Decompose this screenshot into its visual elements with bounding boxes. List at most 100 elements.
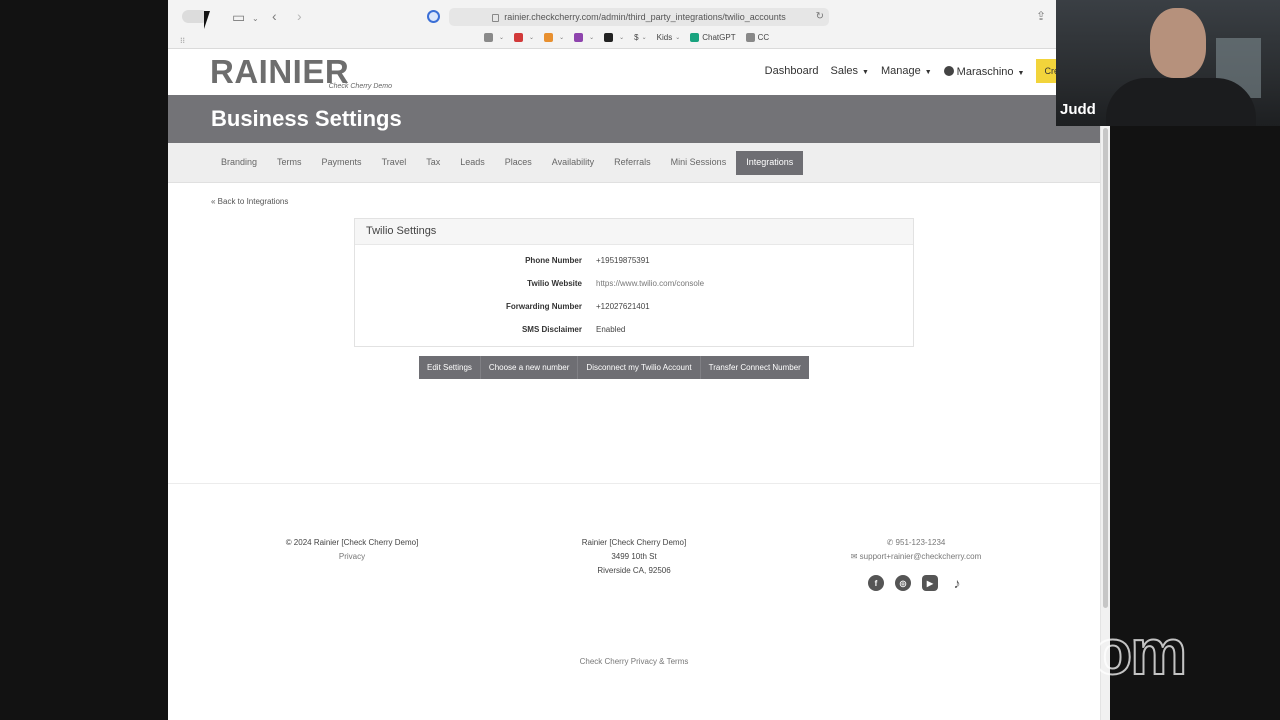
tab-branding[interactable]: Branding	[211, 151, 267, 175]
tab-travel[interactable]: Travel	[372, 151, 417, 175]
sidebar-icon[interactable]: ▭	[232, 10, 245, 24]
bookmark-item[interactable]: ⌄	[574, 33, 594, 42]
tab-leads[interactable]: Leads	[450, 151, 495, 175]
twilio-console-link[interactable]: https://www.twilio.com/console	[596, 279, 704, 288]
setting-value: +19519875391	[596, 256, 650, 265]
twilio-settings-card: Twilio Settings Phone Number +1951987539…	[354, 218, 914, 347]
setting-row-sms-disclaimer: SMS Disclaimer Enabled	[355, 325, 915, 341]
tab-tax[interactable]: Tax	[416, 151, 450, 175]
rainier-logo[interactable]: RAINIER Check Cherry Demo	[210, 53, 395, 93]
setting-row-phone: Phone Number +19519875391	[355, 256, 915, 272]
bookmark-item[interactable]: ⌄	[514, 33, 534, 42]
bookmark-icon	[604, 33, 614, 42]
footer-email-address: support+rainier@checkcherry.com	[859, 552, 982, 561]
scrollbar-thumb[interactable]	[1103, 128, 1108, 608]
footer-phone[interactable]: ✆ 951-123-1234	[816, 536, 1016, 550]
forward-arrow-icon[interactable]: ›	[297, 9, 302, 23]
bookmarks-bar: ⌄ ⌄ ⌄ ⌄ ⌄ $ ⌄ Kids ⌄ ChatGPT CC	[484, 33, 769, 42]
social-links: f ◎ ▶ ♪	[868, 575, 965, 591]
bookmark-item[interactable]: ⌄	[544, 33, 564, 42]
tab-availability[interactable]: Availability	[542, 151, 604, 175]
footer-contact: ✆ 951-123-1234 ✉ support+rainier@checkch…	[816, 536, 1016, 564]
footer-address: Rainier [Check Cherry Demo] 3499 10th St…	[534, 536, 734, 578]
reload-icon[interactable]: ↻	[816, 11, 824, 22]
user-circle-icon	[943, 65, 954, 76]
tab-payments[interactable]: Payments	[312, 151, 372, 175]
page-title-band: Business Settings	[168, 95, 1100, 143]
settings-tabs: Branding Terms Payments Travel Tax Leads Place…	[211, 151, 804, 175]
participant-body	[1106, 78, 1256, 126]
share-icon[interactable]: ⇪	[1036, 9, 1046, 23]
footer-copyright: © 2024 Rainier [Check Cherry Demo] Priva…	[252, 536, 452, 564]
tab-referrals[interactable]: Referrals	[604, 151, 661, 175]
bookmark-label: CC	[757, 33, 770, 42]
footer-email[interactable]: ✉ support+rainier@checkcherry.com	[816, 550, 1016, 564]
url-text: rainier.checkcherry.com/admin/third_part…	[504, 12, 786, 22]
bookmark-item[interactable]: Kids ⌄	[657, 33, 681, 42]
address-bar[interactable]: rainier.checkcherry.com/admin/third_part…	[449, 8, 829, 26]
website: RAINIER Check Cherry Demo Dashboard Sale…	[168, 49, 1100, 720]
screen: ▭ ⌄ ‹ › ⁝⁝ rainier.checkcherry.com/admin…	[0, 0, 1280, 720]
footer-divider	[168, 483, 1100, 484]
chevron-down-icon: ⌄	[529, 35, 535, 41]
setting-label: Forwarding Number	[505, 302, 582, 311]
logo-subtitle: Check Cherry Demo	[328, 83, 392, 90]
back-to-integrations-link[interactable]: « Back to Integrations	[211, 197, 288, 206]
page-title: Business Settings	[211, 106, 402, 131]
caret-down-icon: ▼	[862, 69, 869, 76]
setting-label: Twilio Website	[527, 279, 582, 288]
chevron-down-icon: ⌄	[499, 35, 505, 41]
tab-places[interactable]: Places	[495, 151, 542, 175]
footer-company: Rainier [Check Cherry Demo]	[581, 538, 687, 547]
bookmark-icon	[745, 33, 755, 42]
chevron-down-icon: ⌄	[559, 35, 565, 41]
bookmark-label: Kids	[656, 33, 673, 42]
bookmark-icon	[484, 33, 493, 42]
bookmark-icon	[574, 33, 584, 42]
bookmark-label: ChatGPT	[702, 33, 736, 42]
youtube-icon[interactable]: ▶	[922, 575, 938, 591]
choose-new-number-button[interactable]: Choose a new number	[479, 356, 578, 379]
setting-label: SMS Disclaimer	[521, 325, 582, 334]
tab-terms[interactable]: Terms	[267, 151, 312, 175]
settings-tabs-bar: Branding Terms Payments Travel Tax Leads Place…	[168, 143, 1100, 183]
caret-down-icon: ▼	[924, 69, 932, 76]
disconnect-twilio-button[interactable]: Disconnect my Twilio Account	[577, 356, 699, 379]
instagram-icon[interactable]: ◎	[895, 575, 911, 591]
footer-phone-number: 951-123-1234	[895, 538, 946, 547]
nav-user-label: Maraschino	[956, 65, 1014, 78]
bookmark-item[interactable]: ChatGPT	[690, 33, 736, 42]
facebook-icon[interactable]: f	[868, 575, 884, 591]
phone-icon: ✆	[886, 538, 896, 547]
twilio-actions: Edit Settings Choose a new number Discon…	[419, 356, 809, 379]
password-manager-icon[interactable]	[427, 10, 440, 23]
tab-mini-sessions[interactable]: Mini Sessions	[661, 151, 737, 175]
edit-settings-button[interactable]: Edit Settings	[419, 356, 480, 379]
tiktok-icon[interactable]: ♪	[949, 575, 965, 591]
setting-row-website: Twilio Website https://www.twilio.com/co…	[355, 279, 915, 295]
nav-user-menu[interactable]: Maraschino ▼	[943, 65, 1024, 78]
tab-integrations[interactable]: Integrations	[736, 151, 804, 175]
bookmark-label: $	[634, 33, 639, 42]
participant-video-tile[interactable]: Judd	[1056, 0, 1280, 126]
browser-toolbar: ▭ ⌄ ‹ › ⁝⁝ rainier.checkcherry.com/admin…	[168, 0, 1110, 49]
nav-sales[interactable]: Sales ▼	[831, 65, 869, 77]
participant-head	[1150, 8, 1206, 78]
nav-dashboard[interactable]: Dashboard	[765, 65, 819, 77]
nav-manage[interactable]: Manage ▼	[881, 65, 932, 77]
chevron-down-icon: ⌄	[641, 35, 647, 41]
transfer-connect-number-button[interactable]: Transfer Connect Number	[699, 356, 809, 379]
setting-value: Enabled	[596, 325, 626, 334]
bookmark-item[interactable]: ⌄	[604, 33, 624, 42]
copyright-text: © 2024 Rainier [Check Cherry Demo]	[285, 538, 419, 547]
back-arrow-icon[interactable]: ‹	[272, 9, 277, 23]
footer-terms-link[interactable]: Check Cherry Privacy & Terms	[534, 657, 734, 666]
setting-value: +12027621401	[596, 302, 650, 311]
bookmark-item[interactable]: $ ⌄	[634, 33, 646, 42]
bookmark-item[interactable]: ⌄	[484, 33, 504, 42]
participant-name: Judd	[1060, 101, 1096, 118]
chevron-down-icon[interactable]: ⌄	[252, 12, 259, 26]
grid-icon[interactable]: ⁝⁝	[180, 34, 185, 48]
bookmark-item[interactable]: CC	[745, 33, 770, 42]
footer-privacy-link[interactable]: Privacy	[252, 550, 452, 564]
